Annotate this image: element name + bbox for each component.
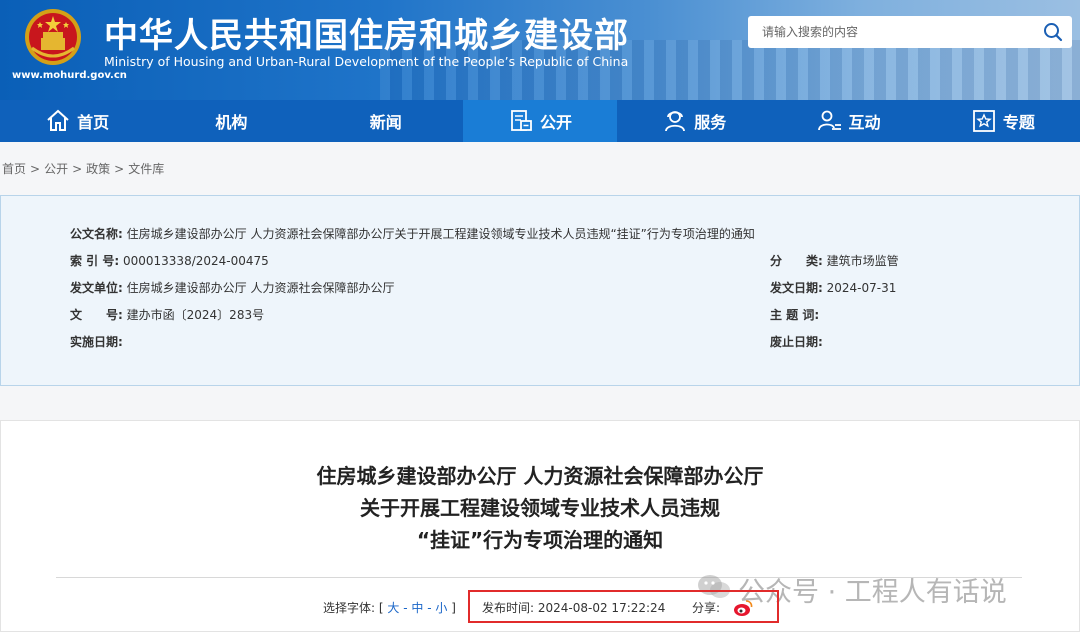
breadcrumb-public[interactable]: 公开	[44, 160, 68, 177]
nav-item-topics[interactable]: 专题	[926, 100, 1080, 142]
nav-item-services[interactable]: 服务	[617, 100, 771, 142]
info-subject-label: 主 题 词:	[770, 308, 820, 322]
publish-time: 发布时间: 2024-08-02 17:22:24	[482, 599, 665, 616]
info-expiry-label: 废止日期:	[770, 335, 823, 349]
nav-label-news: 新闻	[369, 113, 402, 132]
breadcrumb-home[interactable]: 首页	[2, 160, 26, 177]
article-title-line-2: 关于开展工程建设领域专业技术人员违规	[360, 496, 720, 520]
nav-item-public[interactable]: 公开	[462, 100, 618, 142]
star-topic-icon	[972, 110, 995, 132]
font-medium-link[interactable]: 中	[411, 601, 423, 615]
article-title-line-3: “挂证”行为专项治理的通知	[416, 528, 664, 552]
nav-label-institutions: 机构	[215, 113, 248, 132]
font-bracket-open: [	[378, 601, 384, 615]
info-index-value: 000013338/2024-00475	[122, 254, 269, 268]
info-name-value: 住房城乡建设部办公厅 人力资源社会保障部办公厅关于开展工程建设领域专业技术人员违…	[126, 227, 755, 241]
info-date-value: 2024-07-31	[826, 281, 897, 295]
breadcrumb-separator: >	[72, 162, 83, 176]
site-subtitle: Ministry of Housing and Urban-Rural Deve…	[104, 54, 629, 69]
info-issuer-label: 发文单位:	[70, 281, 123, 295]
info-name-label: 公文名称:	[70, 227, 123, 241]
breadcrumb-separator: >	[114, 162, 125, 176]
font-bracket-close: ]	[451, 601, 456, 615]
info-docno-value: 建办市函〔2024〕283号	[126, 308, 265, 322]
breadcrumb-separator: >	[30, 162, 41, 176]
search-icon[interactable]	[1042, 21, 1064, 43]
info-effective-row: 实施日期:	[70, 333, 123, 350]
search-input[interactable]	[748, 16, 1028, 48]
publish-time-value: 2024-08-02 17:22:24	[537, 601, 666, 615]
nav-item-news[interactable]: 新闻	[309, 100, 463, 142]
breadcrumb-library[interactable]: 文件库	[128, 160, 164, 177]
info-docno-row: 文 号: 建办市函〔2024〕283号	[70, 306, 264, 323]
info-name-row: 公文名称: 住房城乡建设部办公厅 人力资源社会保障部办公厅关于开展工程建设领域专…	[70, 225, 755, 242]
info-issuer-value: 住房城乡建设部办公厅 人力资源社会保障部办公厅	[126, 281, 395, 295]
nav-item-institutions[interactable]: 机构	[154, 100, 308, 142]
info-issuer-row: 发文单位: 住房城乡建设部办公厅 人力资源社会保障部办公厅	[70, 279, 394, 296]
document-icon	[511, 110, 532, 131]
breadcrumb: 首页 > 公开 > 政策 > 文件库	[2, 160, 164, 177]
info-category-value: 建筑市场监管	[826, 254, 899, 268]
publish-label: 发布时间:	[482, 601, 535, 615]
article-title-line-1: 住房城乡建设部办公厅 人力资源社会保障部办公厅	[316, 464, 764, 488]
nav-label-home: 首页	[77, 113, 110, 132]
nav-label-services: 服务	[694, 113, 727, 132]
main-nav: 首页 机构 新闻 公开 服务 互动 专题	[0, 100, 1080, 142]
info-effective-label: 实施日期:	[70, 335, 123, 349]
breadcrumb-policy[interactable]: 政策	[86, 160, 110, 177]
font-select-label: 选择字体:	[323, 601, 376, 615]
site-header: www.mohurd.gov.cn 中华人民共和国住房和城乡建设部 Minist…	[0, 0, 1080, 100]
info-date-row: 发文日期: 2024-07-31	[770, 279, 896, 296]
nav-item-home[interactable]: 首页	[0, 100, 154, 142]
national-emblem-logo	[25, 9, 81, 65]
share-label: 分享:	[692, 601, 721, 615]
font-small-link[interactable]: 小	[435, 601, 447, 615]
info-docno-label: 文 号:	[70, 308, 123, 322]
info-date-label: 发文日期:	[770, 281, 823, 295]
font-large-link[interactable]: 大	[387, 601, 399, 615]
nav-label-topics: 专题	[1002, 113, 1035, 132]
nav-label-public: 公开	[539, 113, 572, 132]
site-title: 中华人民共和国住房和城乡建设部	[104, 16, 629, 56]
home-icon	[47, 109, 69, 131]
nav-label-interaction: 互动	[848, 113, 881, 132]
search-box	[748, 16, 1072, 48]
info-index-row: 索 引 号: 000013338/2024-00475	[70, 252, 269, 269]
info-subject-row: 主 题 词:	[770, 306, 819, 323]
user-interaction-icon	[817, 110, 841, 131]
weibo-share-icon[interactable]	[733, 599, 753, 617]
font-separator: -	[427, 601, 432, 615]
font-separator: -	[403, 601, 408, 615]
info-category-label: 分 类:	[770, 254, 823, 268]
info-index-label: 索 引 号:	[70, 254, 120, 268]
nav-item-interaction[interactable]: 互动	[771, 100, 925, 142]
font-size-selector: 选择字体: [ 大 - 中 - 小 ]	[323, 599, 456, 616]
info-expiry-row: 废止日期:	[770, 333, 823, 350]
site-url: www.mohurd.gov.cn	[12, 70, 127, 81]
service-icon	[665, 111, 686, 132]
info-category-row: 分 类: 建筑市场监管	[770, 252, 899, 269]
